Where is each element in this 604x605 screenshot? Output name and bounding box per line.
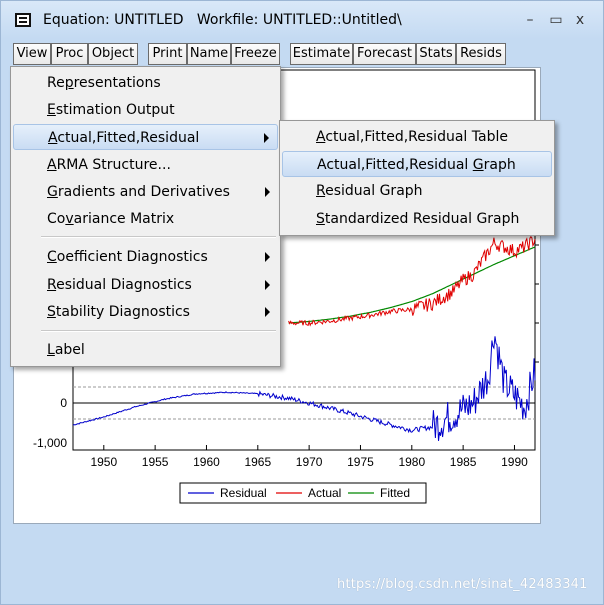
estimate-button[interactable]: Estimate: [290, 43, 353, 65]
menu-item-coefficient-diagnostics[interactable]: Coefficient Diagnostics: [13, 244, 278, 270]
menu-item-label: ARMA Structure...: [47, 157, 171, 173]
submenu-arrow-icon: [265, 252, 270, 262]
legend-label: Actual: [308, 486, 341, 500]
x-tick-label: 1955: [142, 455, 169, 469]
close-icon[interactable]: x: [571, 11, 589, 29]
menu-item-label: Actual,Fitted,Residual: [48, 130, 200, 146]
menu-item-estimation-output[interactable]: Estimation Output: [13, 97, 278, 123]
x-tick-label: 1990: [501, 455, 528, 469]
actual-line: [288, 235, 536, 327]
freeze-button[interactable]: Freeze: [231, 43, 280, 65]
submenu-item-label: Standardized Residual Graph: [316, 211, 520, 227]
proc-button[interactable]: Proc: [51, 43, 88, 65]
menu-item-gradients-and-derivatives[interactable]: Gradients and Derivatives: [13, 179, 278, 205]
menu-item-label: Coefficient Diagnostics: [47, 249, 208, 265]
forecast-button[interactable]: Forecast: [353, 43, 416, 65]
x-tick-label: 1960: [193, 455, 220, 469]
submenu-item-residual-graph[interactable]: Residual Graph: [282, 178, 552, 204]
name-button[interactable]: Name: [187, 43, 231, 65]
menu-item-actual-fitted-residual[interactable]: Actual,Fitted,Residual: [13, 124, 278, 150]
menu-item-label: Gradients and Derivatives: [47, 184, 230, 200]
resids-button[interactable]: Resids: [456, 43, 506, 65]
x-tick-label: 1950: [90, 455, 117, 469]
menu-separator: [41, 236, 276, 238]
x-tick-label: 1975: [347, 455, 374, 469]
menu-separator: [41, 330, 276, 332]
left-tick-label: 0: [60, 396, 67, 410]
submenu-item-actual-fitted-residual-graph[interactable]: Actual,Fitted,Residual Graph: [282, 151, 552, 177]
submenu-arrow-icon: [264, 133, 269, 143]
menu-item-label: Stability Diagnostics: [47, 304, 190, 320]
menu-item-arma-structure[interactable]: ARMA Structure...: [13, 152, 278, 178]
restore-icon[interactable]: ▭: [547, 11, 565, 29]
submenu-arrow-icon: [265, 280, 270, 290]
menu-item-representations[interactable]: Representations: [13, 70, 278, 96]
object-button[interactable]: Object: [88, 43, 138, 65]
title-bar[interactable]: Equation: UNTITLED Workfile: UNTITLED::U…: [1, 1, 603, 39]
legend-label: Residual: [220, 486, 267, 500]
submenu-item-standardized-residual-graph[interactable]: Standardized Residual Graph: [282, 206, 552, 232]
submenu-item-label: Actual,Fitted,Residual Graph: [317, 157, 516, 173]
x-tick-label: 1970: [296, 455, 323, 469]
menu-item-label: Estimation Output: [47, 102, 175, 118]
legend-label: Fitted: [380, 486, 410, 500]
view-button[interactable]: View: [13, 43, 51, 65]
menu-item-residual-diagnostics[interactable]: Residual Diagnostics: [13, 272, 278, 298]
window-title: Equation: UNTITLED Workfile: UNTITLED::U…: [43, 12, 402, 28]
menu-item-label: Covariance Matrix: [47, 211, 175, 227]
menu-item-label[interactable]: Label: [13, 337, 278, 363]
stats-button[interactable]: Stats: [416, 43, 456, 65]
submenu-item-label: Actual,Fitted,Residual Table: [316, 129, 508, 145]
submenu-arrow-icon: [265, 307, 270, 317]
x-tick-label: 1985: [450, 455, 477, 469]
menu-item-stability-diagnostics[interactable]: Stability Diagnostics: [13, 299, 278, 325]
menu-item-covariance-matrix[interactable]: Covariance Matrix: [13, 206, 278, 232]
view-menu: Representations Estimation Output Actual,F…: [10, 66, 281, 367]
menu-item-label: Residual Diagnostics: [47, 277, 192, 293]
afr-submenu: Actual,Fitted,Residual Table Actual,Fitte…: [279, 120, 555, 236]
left-tick-label: -1,000: [33, 436, 67, 450]
submenu-arrow-icon: [265, 187, 270, 197]
menu-item-label: Representations: [47, 75, 161, 91]
submenu-item-label: Residual Graph: [316, 183, 423, 199]
x-tick-label: 1965: [244, 455, 271, 469]
x-tick-label: 1980: [398, 455, 425, 469]
menu-item-label: Label: [47, 342, 85, 358]
window-menu-icon[interactable]: [15, 13, 31, 27]
print-button[interactable]: Print: [148, 43, 187, 65]
submenu-item-actual-fitted-residual-table[interactable]: Actual,Fitted,Residual Table: [282, 124, 552, 150]
minimize-icon[interactable]: –: [521, 11, 539, 29]
watermark: https://blog.csdn.net/sinat_42483341: [337, 577, 588, 592]
